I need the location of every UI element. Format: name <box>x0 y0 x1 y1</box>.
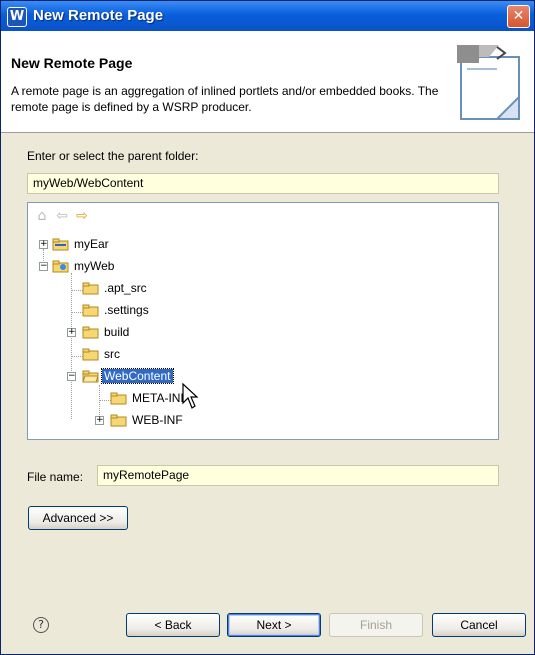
new-remote-page-dialog: W New Remote Page ✕ New Remote Page A re… <box>0 0 535 655</box>
tree-item-label: WEB-INF <box>132 413 183 427</box>
folder-icon <box>82 282 99 295</box>
window-title: New Remote Page <box>33 7 164 24</box>
advanced-button[interactable]: Advanced >> <box>28 506 128 530</box>
tree-item-label: .apt_src <box>104 281 147 295</box>
folder-tree[interactable]: ⌂ ⇦ ⇨ + myEar − myWeb .apt_src .settings… <box>27 202 499 440</box>
tree-item-web-inf[interactable]: + WEB-INF <box>28 412 498 430</box>
tree-item-src[interactable]: src <box>28 346 498 364</box>
tree-item-label: src <box>104 347 120 361</box>
app-icon: W <box>7 7 27 27</box>
close-button[interactable]: ✕ <box>507 5 530 28</box>
tree-item-label: WebContent <box>101 368 174 384</box>
title-bar[interactable]: W New Remote Page ✕ <box>1 1 534 31</box>
tree-item-label: myWeb <box>74 259 115 273</box>
web-project-icon <box>52 260 69 273</box>
collapse-toggle[interactable]: − <box>39 262 48 271</box>
file-name-label: File name: <box>27 470 84 484</box>
tree-item-apt-src[interactable]: .apt_src <box>28 280 498 298</box>
tree-item-build[interactable]: + build <box>28 324 498 342</box>
tree-item-myweb[interactable]: − myWeb <box>28 258 498 276</box>
parent-folder-label: Enter or select the parent folder: <box>27 149 199 163</box>
tree-item-settings[interactable]: .settings <box>28 302 498 320</box>
expand-toggle[interactable]: + <box>67 328 76 337</box>
finish-button[interactable]: Finish <box>329 613 423 637</box>
forward-arrow-icon[interactable]: ⇨ <box>74 208 90 224</box>
back-arrow-icon[interactable]: ⇦ <box>54 208 70 224</box>
open-folder-icon <box>82 370 99 383</box>
help-icon[interactable]: ? <box>33 617 49 633</box>
expand-toggle[interactable]: + <box>39 240 48 249</box>
tree-item-label: myEar <box>74 237 109 251</box>
tree-item-myear[interactable]: + myEar <box>28 236 498 254</box>
cancel-button[interactable]: Cancel <box>432 613 526 637</box>
wizard-banner: New Remote Page A remote page is an aggr… <box>1 31 534 133</box>
wizard-page-icon <box>457 45 520 120</box>
tree-item-meta-inf[interactable]: META-INF <box>28 390 498 408</box>
banner-title: New Remote Page <box>11 55 133 71</box>
folder-icon <box>82 304 99 317</box>
file-name-input[interactable]: myRemotePage <box>97 465 499 486</box>
expand-toggle[interactable]: + <box>95 416 104 425</box>
folder-icon <box>110 392 127 405</box>
mouse-cursor-icon <box>182 383 199 409</box>
folder-icon <box>82 348 99 361</box>
tree-item-webcontent[interactable]: − WebContent <box>28 368 498 386</box>
collapse-toggle[interactable]: − <box>67 372 76 381</box>
ear-project-icon <box>52 238 69 251</box>
next-button[interactable]: Next > <box>227 613 321 637</box>
folder-icon <box>110 414 127 427</box>
parent-folder-input[interactable]: myWeb/WebContent <box>27 173 499 194</box>
banner-description: A remote page is an aggregation of inlin… <box>11 84 439 114</box>
back-button[interactable]: < Back <box>126 613 220 637</box>
home-icon[interactable]: ⌂ <box>34 208 50 224</box>
folder-icon <box>82 326 99 339</box>
tree-item-label: build <box>104 325 130 339</box>
tree-item-label: META-INF <box>132 391 188 405</box>
tree-item-label: .settings <box>104 303 149 317</box>
